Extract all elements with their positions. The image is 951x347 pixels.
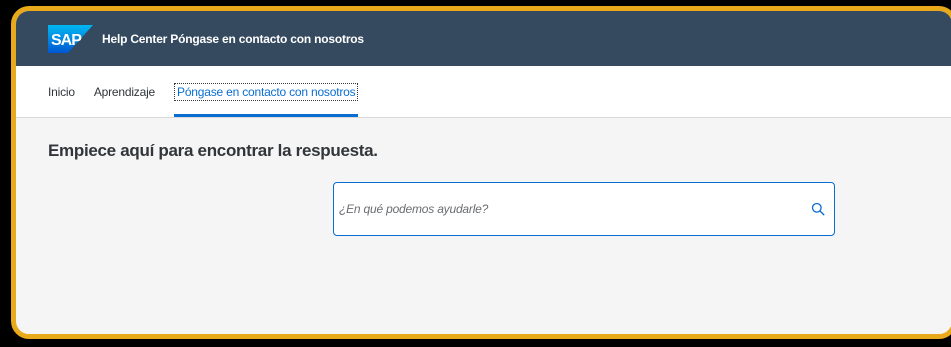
tab-label: Inicio (48, 84, 75, 99)
tab-label: Póngase en contacto con nosotros (174, 82, 359, 101)
search-input[interactable] (334, 201, 811, 217)
shell-title: Help Center Póngase en contacto con noso… (102, 31, 364, 46)
page-heading: Empiece aquí para encontrar la respuesta… (48, 141, 378, 160)
tab-contacto[interactable]: Póngase en contacto con nosotros (174, 66, 359, 117)
app-window: SAP Help Center Póngase en contacto con … (11, 6, 951, 339)
shell-bar: SAP Help Center Póngase en contacto con … (16, 11, 951, 66)
search-icon[interactable] (811, 202, 825, 216)
tab-inicio[interactable]: Inicio (48, 66, 75, 117)
sap-logo-icon[interactable]: SAP (48, 24, 93, 53)
sap-logo-text: SAP (51, 32, 82, 49)
tab-bar: Inicio Aprendizaje Póngase en contacto c… (16, 66, 951, 118)
tab-aprendizaje[interactable]: Aprendizaje (94, 66, 155, 117)
tab-label: Aprendizaje (93, 84, 156, 99)
search-field[interactable] (333, 182, 835, 236)
